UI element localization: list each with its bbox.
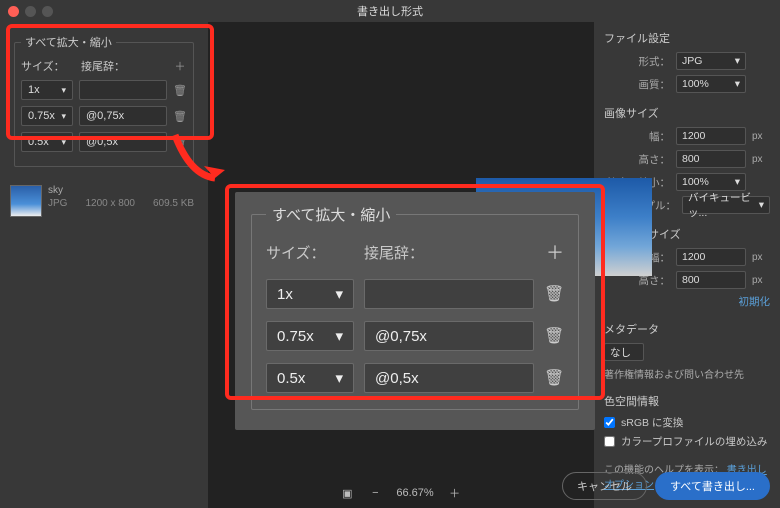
asset-thumbnail (10, 185, 42, 217)
add-scale-button[interactable]: ＋ (173, 58, 187, 74)
width-label: 幅： (649, 129, 670, 144)
scale-size-select-2[interactable]: 0.5x▾ (21, 132, 73, 152)
zoom-value: 66.67% (396, 487, 433, 499)
delete-row-button-1[interactable]: 🗑 (173, 110, 187, 123)
width-input[interactable]: 1200 (676, 127, 746, 145)
format-select[interactable]: JPG▾ (676, 52, 746, 70)
reset-button[interactable]: 初期化 (604, 294, 770, 309)
zoom-suffix-input-1[interactable]: @0,75x (364, 321, 534, 351)
canvas-width-input[interactable]: 1200 (676, 248, 746, 266)
zoom-size-select-1[interactable]: 0.75x▾ (266, 321, 354, 351)
scale-suffix-input-1[interactable]: @0,75x (79, 106, 167, 126)
asset-name: sky (48, 185, 198, 196)
zoom-size-select-2[interactable]: 0.5x▾ (266, 363, 354, 393)
scale-legend: すべて拡大・縮小 (21, 34, 116, 50)
chevron-down-icon: ▾ (735, 176, 740, 188)
scale-panel-zoom: すべて拡大・縮小 サイズ： 接尾辞： ＋ 1x▾ 🗑 0.75x▾ @0,75x… (235, 192, 595, 430)
crop-icon[interactable]: ▣ (340, 486, 354, 500)
chevron-down-icon: ▾ (735, 55, 740, 67)
chevron-down-icon: ▾ (61, 137, 66, 148)
zoom-suffix-input-0[interactable] (364, 279, 534, 309)
chevron-down-icon: ▾ (735, 78, 740, 90)
canvas-width-label: 幅： (649, 250, 670, 265)
scale-size-select-0[interactable]: 1x▾ (21, 80, 73, 100)
scale-suffix-input-2[interactable]: @0,5x (79, 132, 167, 152)
maximize-icon (42, 6, 53, 17)
zoom-size-select-0[interactable]: 1x▾ (266, 279, 354, 309)
chevron-down-icon: ▾ (335, 285, 343, 303)
chevron-down-icon: ▾ (759, 199, 764, 211)
export-all-button[interactable]: すべて書き出し... (655, 472, 770, 500)
window-controls (8, 6, 53, 17)
image-size-title: 画像サイズ (604, 105, 770, 121)
zoom-size-header: サイズ： (266, 242, 364, 263)
size-header: サイズ： (21, 58, 73, 74)
asset-row[interactable]: sky JPG 1200 x 800 609.5 KB (6, 177, 202, 225)
colorspace-title: 色空間情報 (604, 393, 770, 409)
zoom-suffix-input-2[interactable]: @0,5x (364, 363, 534, 393)
window-title: 書き出し形式 (357, 3, 423, 19)
asset-format: JPG (48, 198, 67, 209)
chevron-down-icon: ▾ (335, 369, 343, 387)
scale-suffix-input-0[interactable] (79, 80, 167, 100)
scale-size-select-1[interactable]: 0.75x▾ (21, 106, 73, 126)
resample-select[interactable]: バイキュービッ...▾ (682, 196, 770, 214)
zoom-add-button[interactable]: ＋ (546, 239, 564, 265)
embed-profile-checkbox[interactable] (604, 436, 615, 447)
metadata-select[interactable]: なし (604, 343, 644, 361)
quality-label: 画質： (639, 77, 671, 92)
quality-select[interactable]: 100%▾ (676, 75, 746, 93)
delete-row-button-0[interactable]: 🗑 (173, 84, 187, 97)
zoom-delete-button-2[interactable]: 🗑 (544, 368, 564, 388)
chevron-down-icon: ▾ (61, 85, 66, 96)
scale-all-fieldset: すべて拡大・縮小 サイズ： 接尾辞： ＋ 1x▾ 🗑 0.75x▾ @0,75x… (14, 34, 194, 167)
left-panel: すべて拡大・縮小 サイズ： 接尾辞： ＋ 1x▾ 🗑 0.75x▾ @0,75x… (0, 22, 208, 508)
format-label: 形式： (639, 54, 671, 69)
asset-size: 609.5 KB (153, 198, 194, 209)
scale-select[interactable]: 100%▾ (676, 173, 746, 191)
dialog-actions: キャンセル すべて書き出し... (562, 472, 770, 500)
metadata-contact: 著作権情報および問い合わせ先 (604, 366, 770, 381)
zoom-delete-button-0[interactable]: 🗑 (544, 284, 564, 304)
chevron-down-icon: ▾ (335, 327, 343, 345)
zoom-toolbar: ▣ − 66.67% ＋ (340, 486, 461, 500)
zoom-out-button[interactable]: − (368, 486, 382, 500)
height-input[interactable]: 800 (676, 150, 746, 168)
zoom-suffix-header: 接尾辞： (364, 242, 546, 263)
srgb-checkbox[interactable] (604, 417, 615, 428)
delete-row-button-2[interactable]: 🗑 (173, 136, 187, 149)
chevron-down-icon: ▾ (61, 111, 66, 122)
zoom-legend: すべて拡大・縮小 (266, 204, 396, 225)
close-icon[interactable] (8, 6, 19, 17)
file-settings-title: ファイル設定 (604, 30, 770, 46)
suffix-header: 接尾辞： (81, 58, 165, 74)
height-label: 高さ： (639, 152, 671, 167)
asset-dims: 1200 x 800 (85, 198, 135, 209)
canvas-height-input[interactable]: 800 (676, 271, 746, 289)
zoom-delete-button-1[interactable]: 🗑 (544, 326, 564, 346)
titlebar: 書き出し形式 (0, 0, 780, 22)
zoom-in-button[interactable]: ＋ (448, 486, 462, 500)
metadata-title: メタデータ (604, 321, 770, 337)
cancel-button[interactable]: キャンセル (562, 472, 647, 500)
minimize-icon (25, 6, 36, 17)
